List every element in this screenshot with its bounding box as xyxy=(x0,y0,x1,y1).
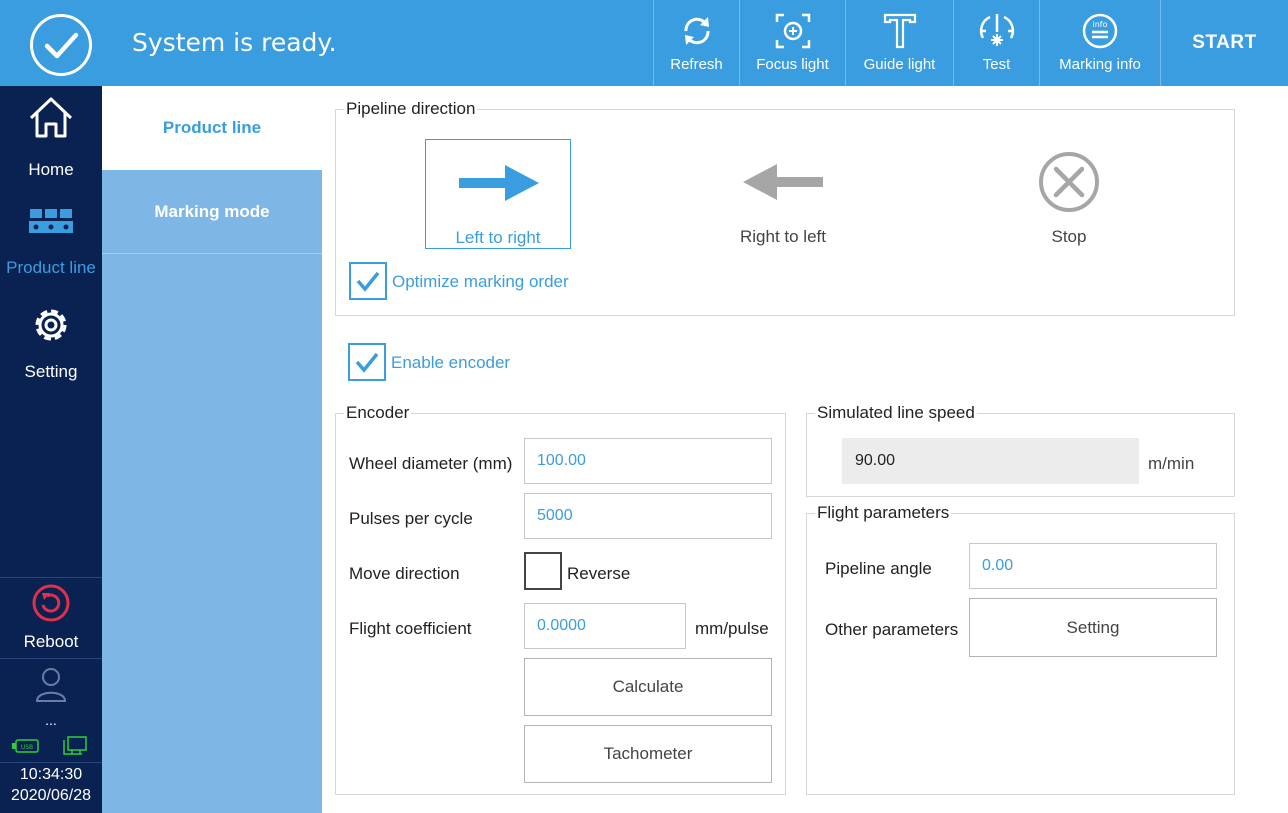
svg-text:info: info xyxy=(1092,20,1107,29)
arrow-left-icon xyxy=(743,164,823,200)
clock-time: 10:34:30 xyxy=(19,766,83,783)
pulses-per-cycle-input[interactable]: 5000 xyxy=(524,493,772,539)
tachometer-button[interactable]: Tachometer xyxy=(524,725,772,783)
refresh-label: Refresh xyxy=(670,56,723,73)
user-label: ... xyxy=(45,712,57,728)
reboot-icon xyxy=(32,584,70,622)
guide-light-button[interactable]: Guide light xyxy=(845,0,953,86)
checkmark-icon xyxy=(355,352,379,373)
focus-light-button[interactable]: Focus light xyxy=(739,0,845,86)
arrow-right-icon xyxy=(459,165,539,201)
enable-encoder-label[interactable]: Enable encoder xyxy=(391,353,510,373)
right-to-left-label: Right to left xyxy=(740,227,826,246)
nav-setting-label: Setting xyxy=(24,362,78,381)
flight-coefficient-unit: mm/pulse xyxy=(695,619,769,638)
gear-icon xyxy=(35,309,67,341)
left-navigation: Home Product line Setting Reboot ... USB… xyxy=(0,86,102,813)
nav-home-label: Home xyxy=(28,160,74,179)
info-icon: info xyxy=(1082,13,1118,49)
user-button[interactable]: ... xyxy=(0,664,102,732)
guide-light-label: Guide light xyxy=(863,56,936,73)
flight-parameters-title: Flight parameters xyxy=(815,503,952,523)
nav-setting[interactable]: Setting xyxy=(0,296,102,390)
flight-coefficient-input[interactable]: 0.0000 xyxy=(524,603,686,649)
stop-button[interactable]: Stop xyxy=(996,139,1142,249)
encoder-group: Encoder Wheel diameter (mm) 100.00 Pulse… xyxy=(335,403,786,795)
test-label: Test xyxy=(982,56,1011,73)
left-to-right-button[interactable]: Left to right xyxy=(425,139,571,249)
sub-navigation: Product line Marking mode xyxy=(102,86,322,813)
simulated-line-speed-title: Simulated line speed xyxy=(815,403,977,423)
move-direction-label: Move direction xyxy=(349,564,460,583)
guide-light-icon xyxy=(883,13,916,49)
test-button[interactable]: Test xyxy=(953,0,1039,86)
nav-product-line-label: Product line xyxy=(6,258,96,277)
user-icon xyxy=(35,668,67,702)
pipeline-direction-group: Pipeline direction Left to right Right t… xyxy=(335,99,1235,316)
optimize-marking-order-checkbox[interactable] xyxy=(349,262,387,300)
start-button[interactable]: START xyxy=(1160,0,1288,86)
pipeline-direction-title: Pipeline direction xyxy=(344,99,478,119)
svg-text:USB: USB xyxy=(21,744,33,751)
simulated-line-speed-unit: m/min xyxy=(1148,454,1195,473)
simulated-line-speed-input[interactable]: 90.00 xyxy=(842,438,1139,484)
marking-info-button[interactable]: info Marking info xyxy=(1039,0,1160,86)
pipeline-angle-input[interactable]: 0.00 xyxy=(969,543,1217,589)
wheel-diameter-input[interactable]: 100.00 xyxy=(524,438,772,484)
product-line-icon xyxy=(29,209,73,233)
network-status-icon xyxy=(63,736,87,755)
reverse-checkbox[interactable] xyxy=(524,552,562,590)
nav-divider xyxy=(0,762,102,763)
top-bar: System is ready. Refresh Focus light Gui… xyxy=(0,0,1288,86)
other-parameters-setting-button[interactable]: Setting xyxy=(969,598,1217,657)
system-status-text: System is ready. xyxy=(132,28,337,57)
calculate-button[interactable]: Calculate xyxy=(524,658,772,716)
system-ready-check-icon xyxy=(30,14,92,76)
reboot-button[interactable]: Reboot xyxy=(0,580,102,656)
flight-parameters-group: Flight parameters Pipeline angle 0.00 Ot… xyxy=(806,503,1235,795)
nav-home[interactable]: Home xyxy=(0,94,102,192)
nav-product-line[interactable]: Product line xyxy=(0,196,102,290)
pulses-per-cycle-label: Pulses per cycle xyxy=(349,509,473,528)
usb-status-icon: USB xyxy=(12,739,39,753)
marking-info-label: Marking info xyxy=(1059,56,1141,73)
reverse-label[interactable]: Reverse xyxy=(567,564,630,584)
test-icon xyxy=(979,14,1014,46)
focus-light-icon xyxy=(775,13,810,49)
checkmark-icon xyxy=(356,271,380,292)
right-to-left-button[interactable]: Right to left xyxy=(710,139,856,249)
reboot-label: Reboot xyxy=(23,632,79,651)
refresh-button[interactable]: Refresh xyxy=(653,0,739,86)
enable-encoder-checkbox[interactable] xyxy=(348,343,386,381)
stop-icon xyxy=(1039,152,1099,212)
clock-date: 2020/06/28 xyxy=(10,787,92,804)
start-label: START xyxy=(1192,32,1257,53)
other-parameters-label: Other parameters xyxy=(825,620,959,639)
nav-divider xyxy=(0,577,102,578)
submenu-product-line[interactable]: Product line xyxy=(102,86,322,170)
simulated-line-speed-group: Simulated line speed 90.00 m/min xyxy=(806,403,1235,497)
nav-divider xyxy=(0,658,102,659)
left-to-right-label: Left to right xyxy=(455,228,541,247)
submenu-marking-mode[interactable]: Marking mode xyxy=(102,170,322,254)
encoder-title: Encoder xyxy=(344,403,412,423)
pipeline-angle-label: Pipeline angle xyxy=(825,559,932,578)
flight-coefficient-label: Flight coefficient xyxy=(349,619,472,638)
home-icon xyxy=(29,97,73,138)
optimize-marking-order-label[interactable]: Optimize marking order xyxy=(392,272,569,292)
wheel-diameter-label: Wheel diameter (mm) xyxy=(349,454,513,473)
stop-label: Stop xyxy=(1051,227,1087,246)
focus-light-label: Focus light xyxy=(756,56,829,73)
refresh-icon xyxy=(684,17,709,45)
